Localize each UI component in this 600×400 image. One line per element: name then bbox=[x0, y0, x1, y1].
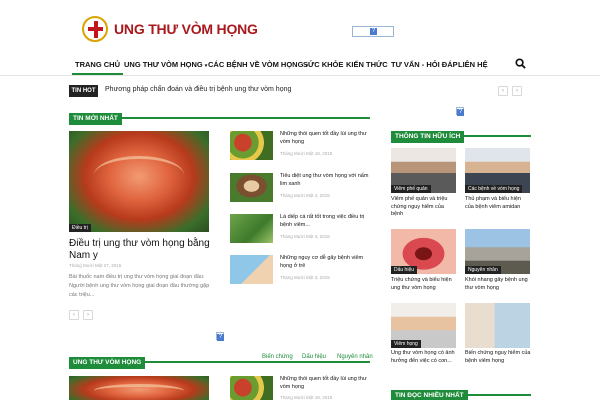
main-article-excerpt: Bài thuốc nam điều trị ung thư vòm họng … bbox=[69, 274, 210, 298]
hot-prev-button[interactable]: ‹ bbox=[498, 86, 508, 96]
useful-item-image[interactable]: Dấu hiệu bbox=[391, 229, 456, 274]
list-item-image[interactable] bbox=[230, 173, 273, 202]
main-article-date: Tháng Mười Một 27, 2015 bbox=[69, 263, 122, 268]
useful-item-title[interactable]: Ung thư vòm họng có ảnh hưởng đến việc c… bbox=[391, 350, 457, 365]
medical-cross-icon bbox=[82, 16, 108, 42]
tab-dau-hieu[interactable]: Dấu hiệu bbox=[302, 354, 326, 360]
useful-item-title[interactable]: Khói nhang gây bệnh ung thư vòm họng bbox=[465, 277, 531, 292]
list-item-date: Tháng Mười Một 18, 2015 bbox=[280, 395, 333, 400]
ad-info-icon: ? bbox=[457, 109, 464, 116]
ad-info-icon: ? bbox=[370, 28, 377, 35]
category-tag[interactable]: Viêm họng bbox=[391, 340, 421, 348]
latest-news-header: TIN MỚI NHẤT bbox=[69, 107, 370, 125]
site-logo[interactable]: UNG THƯ VÒM HỌNG bbox=[82, 16, 258, 42]
useful-item-image[interactable] bbox=[465, 303, 530, 348]
category-tag[interactable]: Các bệnh về vòm họng bbox=[465, 185, 523, 193]
list-item-date: Tháng Mười Một 18, 2015 bbox=[280, 151, 333, 156]
block-title: TIN ĐỌC NHIỀU NHẤT bbox=[391, 390, 468, 400]
nav-item-kien-thuc[interactable]: KIẾN THỨC bbox=[346, 60, 388, 69]
list-item-image[interactable] bbox=[230, 376, 273, 400]
hot-news-label: TIN HOT bbox=[69, 85, 98, 97]
main-article-image[interactable]: Điều trị bbox=[69, 131, 209, 232]
useful-item-title[interactable]: Viêm phế quản và triệu chứng nguy hiểm c… bbox=[391, 196, 457, 219]
useful-item-image[interactable]: Các bệnh về vòm họng bbox=[465, 148, 530, 193]
latest-prev-page-button[interactable]: ‹ bbox=[69, 310, 79, 320]
list-item-image[interactable] bbox=[230, 131, 273, 160]
list-item-image[interactable] bbox=[230, 214, 273, 243]
list-item-title[interactable]: Những nguy cơ dễ gây bệnh viêm họng ở tr… bbox=[280, 255, 372, 270]
useful-item-title[interactable]: Triệu chứng và biểu hiện ung thư vòm họn… bbox=[391, 277, 457, 292]
header-ad-placeholder[interactable]: ? bbox=[352, 26, 394, 37]
main-nav: TRANG CHỦ UNG THƯ VÒM HỌNG ▾ CÁC BỆNH VỀ … bbox=[0, 52, 600, 76]
nav-item-ung-thu-vom-hong[interactable]: UNG THƯ VÒM HỌNG ▾ bbox=[124, 60, 207, 69]
nav-item-tu-van[interactable]: TƯ VẤN - HỎI ĐÁP bbox=[391, 60, 458, 69]
list-item-image[interactable] bbox=[230, 255, 273, 284]
nav-item-cac-benh[interactable]: CÁC BỆNH VỀ VÒM HỌNG ▾ bbox=[208, 60, 308, 69]
chevron-down-icon: ▾ bbox=[204, 63, 208, 69]
useful-item-image[interactable]: Viêm họng bbox=[391, 303, 456, 348]
category-tag[interactable]: Viêm phế quản bbox=[391, 185, 431, 193]
nav-item-home[interactable]: TRANG CHỦ bbox=[72, 60, 123, 75]
category-tag[interactable]: Nguyên nhân bbox=[465, 266, 501, 274]
nav-item-suc-khoe[interactable]: SỨC KHỎE bbox=[303, 60, 343, 69]
list-item-title[interactable]: Lá diếp cá rất tốt trong việc điều trị b… bbox=[280, 214, 372, 229]
tab-nguyen-nhan[interactable]: Nguyên nhân bbox=[337, 354, 373, 360]
section-main-image[interactable] bbox=[69, 376, 209, 400]
useful-item-title[interactable]: Thủ phạm và biểu hiện của bệnh viêm amid… bbox=[465, 196, 531, 211]
nav-item-lien-he[interactable]: LIÊN HỆ bbox=[458, 60, 488, 69]
main-article-title[interactable]: Điều trị ung thư vòm họng bằng Nam y bbox=[69, 238, 214, 262]
list-item-date: Tháng Mười Một 4, 2015 bbox=[280, 193, 330, 198]
list-item-title[interactable]: Những thói quen tốt đầy lùi ung thư vòm … bbox=[280, 131, 372, 146]
useful-item-image[interactable]: Viêm phế quản bbox=[391, 148, 456, 193]
list-item-title[interactable]: Tiêu diệt ung thư vòm họng với nấm lim x… bbox=[280, 173, 372, 188]
category-tag[interactable]: Dấu hiệu bbox=[391, 266, 418, 274]
list-item-date: Tháng Mười Một 3, 2015 bbox=[280, 275, 330, 280]
useful-info-header: THÔNG TIN HỮU ÍCH bbox=[391, 125, 531, 143]
list-item-date: Tháng Mười Một 3, 2015 bbox=[280, 234, 330, 239]
most-read-header: TIN ĐỌC NHIỀU NHẤT bbox=[391, 384, 531, 400]
hot-next-button[interactable]: › bbox=[512, 86, 522, 96]
content-ad-placeholder[interactable]: ? bbox=[216, 332, 224, 341]
category-tag[interactable]: Điều trị bbox=[69, 224, 91, 232]
hot-news-headline[interactable]: Phương pháp chẩn đoán và điều trị bệnh u… bbox=[105, 86, 291, 93]
block-title: UNG THƯ VÒM HỌNG bbox=[69, 357, 146, 369]
list-item-title[interactable]: Những thói quen tốt đầy lùi ung thư vòm … bbox=[280, 376, 372, 391]
logo-text: UNG THƯ VÒM HỌNG bbox=[114, 21, 258, 37]
latest-next-page-button[interactable]: › bbox=[83, 310, 93, 320]
useful-item-title[interactable]: Biến chứng nguy hiểm của bệnh viêm họng bbox=[465, 350, 531, 365]
block-title: THÔNG TIN HỮU ÍCH bbox=[391, 131, 465, 143]
tab-bien-chung[interactable]: Biến chứng bbox=[262, 354, 293, 360]
block-title: TIN MỚI NHẤT bbox=[69, 113, 122, 125]
search-icon[interactable] bbox=[515, 58, 526, 69]
useful-item-image[interactable]: Nguyên nhân bbox=[465, 229, 530, 274]
ad-info-icon: ? bbox=[217, 334, 224, 341]
sidebar-ad-placeholder[interactable]: ? bbox=[456, 107, 464, 116]
